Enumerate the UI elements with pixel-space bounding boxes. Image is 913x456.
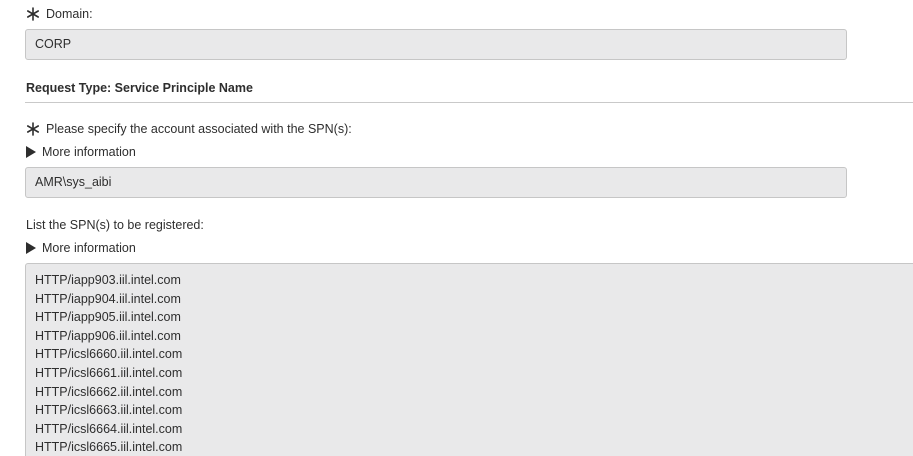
spn-more-information-label: More information bbox=[42, 241, 136, 255]
mandatory-asterisk-icon bbox=[26, 7, 39, 21]
spn-line: HTTP/iapp904.iil.intel.com bbox=[35, 291, 181, 306]
request-form: Domain: CORP Request Type: Service Princ… bbox=[0, 0, 913, 456]
account-more-information-toggle[interactable]: More information bbox=[26, 144, 136, 160]
section-divider bbox=[25, 102, 913, 103]
domain-label: Domain: bbox=[46, 7, 93, 21]
spn-line: HTTP/icsl6664.iil.intel.com bbox=[35, 421, 183, 436]
domain-label-row: Domain: bbox=[26, 6, 93, 22]
spn-more-information-toggle[interactable]: More information bbox=[26, 240, 136, 256]
triangle-right-icon bbox=[26, 242, 36, 254]
spn-list-label-row: List the SPN(s) to be registered: bbox=[26, 217, 204, 233]
spn-line: HTTP/icsl6661.iil.intel.com bbox=[35, 365, 183, 380]
request-type-heading: Request Type: Service Principle Name bbox=[26, 81, 253, 95]
spn-line: HTTP/iapp906.iil.intel.com bbox=[35, 328, 181, 343]
mandatory-asterisk-icon bbox=[26, 122, 39, 136]
account-label-row: Please specify the account associated wi… bbox=[26, 121, 352, 137]
domain-field[interactable]: CORP bbox=[25, 29, 847, 60]
spn-line: HTTP/icsl6665.iil.intel.com bbox=[35, 440, 183, 455]
spn-line: HTTP/icsl6660.iil.intel.com bbox=[35, 347, 183, 362]
spn-line: HTTP/iapp905.iil.intel.com bbox=[35, 310, 181, 325]
spn-line: HTTP/iapp903.iil.intel.com bbox=[35, 273, 181, 287]
spn-line: HTTP/icsl6662.iil.intel.com bbox=[35, 384, 183, 399]
account-field[interactable]: AMR\sys_aibi bbox=[25, 167, 847, 198]
account-more-information-label: More information bbox=[42, 145, 136, 159]
account-label: Please specify the account associated wi… bbox=[46, 122, 352, 136]
spn-list-label: List the SPN(s) to be registered: bbox=[26, 218, 204, 232]
triangle-right-icon bbox=[26, 146, 36, 158]
spn-list-textarea[interactable]: HTTP/iapp903.iil.intel.com HTTP/iapp904.… bbox=[25, 263, 913, 456]
spn-line: HTTP/icsl6663.iil.intel.com bbox=[35, 403, 183, 418]
